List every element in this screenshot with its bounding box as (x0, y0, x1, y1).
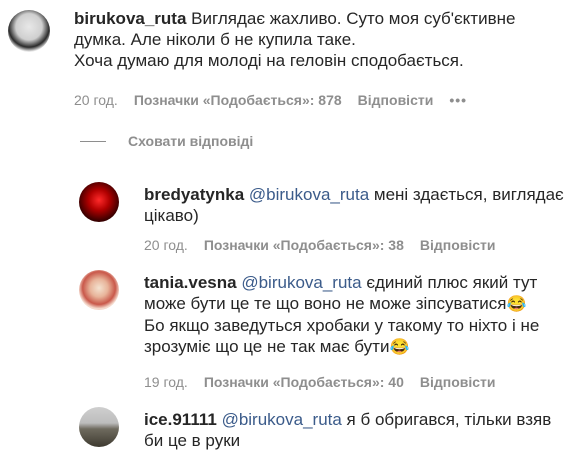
username[interactable]: bredyatynka (144, 185, 244, 204)
reply-button[interactable]: Відповісти (420, 374, 496, 390)
likes-count[interactable]: Позначки «Подобається»: 40 (204, 374, 404, 390)
timestamp: 20 год. (144, 237, 188, 253)
avatar[interactable] (79, 182, 119, 222)
comment-meta: 20 год. Позначки «Подобається»: 878 Відп… (74, 92, 467, 108)
mention-link[interactable]: @birukova_ruta (249, 185, 369, 204)
comment-meta: 20 год. Позначки «Подобається»: 38 Відпо… (144, 237, 496, 253)
comment-text: bredyatynka @birukova_ruta мені здається… (144, 185, 564, 225)
avatar[interactable] (8, 10, 50, 52)
timestamp: 20 год. (74, 92, 118, 108)
mention-link[interactable]: @birukova_ruta (241, 273, 361, 292)
avatar[interactable] (79, 270, 119, 310)
laughing-emoji-icon: 😂 (506, 296, 527, 313)
comment-text: birukova_ruta Виглядає жахливо. Суто моя… (74, 9, 516, 70)
comment-text: ice.91111 @birukova_ruta я б обригався, … (144, 410, 552, 450)
divider (80, 140, 106, 142)
hide-replies-button[interactable]: Сховати відповіді (80, 133, 253, 149)
comment-text: tania.vesna @birukova_ruta єдиний плюс я… (144, 273, 540, 356)
username[interactable]: tania.vesna (144, 273, 237, 292)
laughing-emoji-icon: 😂 (389, 339, 410, 356)
username[interactable]: birukova_ruta (74, 9, 186, 28)
likes-count[interactable]: Позначки «Подобається»: 38 (204, 237, 404, 253)
reply-button[interactable]: Відповісти (358, 92, 434, 108)
username[interactable]: ice.91111 (144, 410, 217, 429)
reply-button[interactable]: Відповісти (420, 237, 496, 253)
more-options-icon[interactable]: ••• (449, 92, 467, 108)
comment-meta: 19 год. Позначки «Подобається»: 40 Відпо… (144, 374, 496, 390)
timestamp: 19 год. (144, 374, 188, 390)
likes-count[interactable]: Позначки «Подобається»: 878 (134, 92, 342, 108)
mention-link[interactable]: @birukova_ruta (222, 410, 342, 429)
avatar[interactable] (79, 407, 119, 447)
